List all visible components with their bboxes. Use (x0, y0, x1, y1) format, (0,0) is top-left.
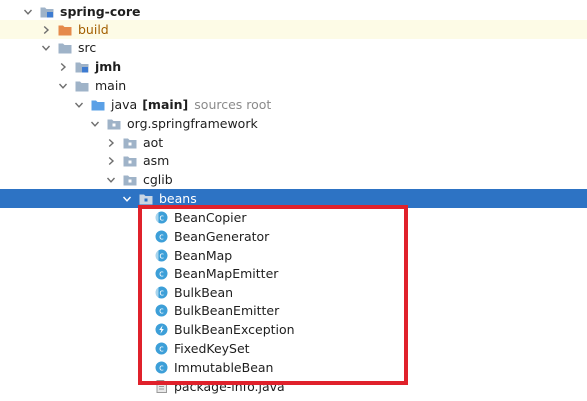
class-icon: c (155, 267, 168, 280)
tree-label: BulkBeanEmitter (174, 303, 280, 318)
tree-row-class[interactable]: c ImmutableBean (0, 358, 587, 377)
folder-icon (75, 80, 89, 92)
tree-label: BeanMapEmitter (174, 266, 279, 281)
tree-label: BeanMap (174, 248, 233, 263)
tree-label: build (78, 22, 109, 37)
package-folder-icon (123, 137, 137, 149)
chevron-down-icon[interactable] (89, 118, 101, 130)
folder-icon (58, 42, 72, 54)
chevron-down-icon[interactable] (57, 80, 69, 92)
chevron-right-icon[interactable] (40, 24, 52, 36)
tree-row-class[interactable]: BulkBeanException (0, 320, 587, 339)
module-folder-icon (75, 61, 89, 73)
abstract-class-icon: c (155, 249, 168, 262)
chevron-down-icon[interactable] (105, 174, 117, 186)
tree-label: java (111, 97, 138, 112)
tree-row-aot[interactable]: aot (0, 133, 587, 152)
source-root-folder-icon (91, 99, 105, 111)
java-file-icon (155, 380, 168, 393)
tree-row-jmh[interactable]: jmh (0, 57, 587, 76)
tree-label: BulkBean (174, 285, 234, 300)
package-folder-icon (123, 155, 137, 167)
svg-text:c: c (159, 214, 164, 224)
tree-row-java[interactable]: java [main] sources root (0, 95, 587, 114)
tree-row-asm[interactable]: asm (0, 151, 587, 170)
package-folder-icon (107, 118, 121, 130)
svg-text:c: c (159, 345, 164, 355)
tree-label: jmh (95, 59, 122, 74)
tree-row-class[interactable]: c BulkBeanEmitter (0, 301, 587, 320)
exception-class-icon (155, 323, 168, 336)
chevron-right-icon[interactable] (105, 137, 117, 149)
tree-row-class[interactable]: c BulkBean (0, 283, 587, 302)
tree-row-class[interactable]: c BeanMap (0, 246, 587, 265)
tree-label: src (78, 40, 97, 55)
tree-row-build[interactable]: build (0, 20, 587, 39)
source-set-badge: [main] (142, 97, 189, 112)
tree-row-src[interactable]: src (0, 38, 587, 57)
svg-text:c: c (159, 233, 164, 243)
class-icon: c (155, 342, 168, 355)
tree-row-main[interactable]: main (0, 76, 587, 95)
tree-label: org.springframework (127, 116, 258, 131)
tree-label: spring-core (60, 4, 141, 19)
chevron-right-icon[interactable] (105, 155, 117, 167)
abstract-class-icon: c (155, 211, 168, 224)
tree-label: cglib (143, 172, 173, 187)
tree-row-beans[interactable]: beans (0, 189, 587, 208)
svg-text:c: c (159, 252, 164, 262)
abstract-class-icon: c (155, 286, 168, 299)
tree-label: package-info.java (174, 379, 285, 394)
chevron-down-icon[interactable] (22, 6, 34, 18)
tree-row-package[interactable]: org.springframework (0, 114, 587, 133)
sources-root-hint: sources root (194, 97, 272, 112)
tree-label: aot (143, 135, 164, 150)
tree-label: BulkBeanException (174, 322, 295, 337)
svg-text:c: c (159, 270, 164, 280)
svg-text:c: c (159, 364, 164, 374)
class-icon: c (155, 304, 168, 317)
tree-label: asm (143, 153, 170, 168)
tree-row-class[interactable]: c BeanCopier (0, 208, 587, 227)
tree-label: FixedKeySet (174, 341, 250, 356)
tree-row-spring-core[interactable]: spring-core (0, 2, 587, 21)
tree-row-cglib[interactable]: cglib (0, 170, 587, 189)
tree-label: ImmutableBean (174, 360, 274, 375)
class-icon: c (155, 230, 168, 243)
tree-label: main (95, 78, 127, 93)
chevron-down-icon[interactable] (40, 42, 52, 54)
tree-row-package-info[interactable]: package-info.java (0, 377, 587, 396)
package-folder-icon (123, 174, 137, 186)
tree-label: BeanGenerator (174, 229, 270, 244)
tree-row-class[interactable]: c BeanGenerator (0, 227, 587, 246)
svg-text:c: c (159, 289, 164, 299)
chevron-right-icon[interactable] (57, 61, 69, 73)
chevron-down-icon[interactable] (73, 99, 85, 111)
chevron-down-icon[interactable] (121, 193, 133, 205)
tree-label: beans (159, 191, 197, 206)
tree-row-class[interactable]: c FixedKeySet (0, 339, 587, 358)
tree-label: BeanCopier (174, 210, 247, 225)
class-icon: c (155, 361, 168, 374)
svg-text:c: c (159, 307, 164, 317)
module-folder-icon (40, 6, 54, 18)
tree-row-class[interactable]: c BeanMapEmitter (0, 264, 587, 283)
package-folder-icon (139, 193, 153, 205)
excluded-folder-icon (58, 24, 72, 36)
